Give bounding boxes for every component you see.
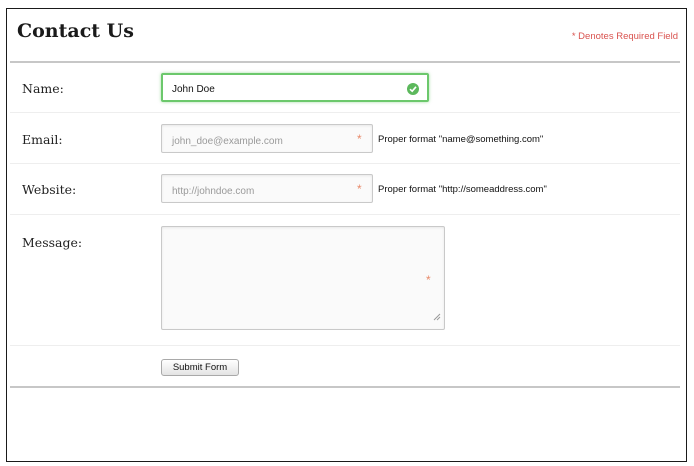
name-label: Name: <box>22 81 64 96</box>
email-format-hint: Proper format "name@something.com" <box>378 134 544 145</box>
required-field-note: * Denotes Required Field <box>571 31 678 42</box>
message-label: Message: <box>22 235 83 250</box>
header-divider <box>10 61 680 63</box>
website-format-hint: Proper format "http://someaddress.com" <box>378 184 547 195</box>
email-label: Email: <box>22 132 63 147</box>
name-field[interactable]: John Doe <box>161 73 429 102</box>
required-star-icon: * <box>357 132 362 146</box>
website-field[interactable]: http://johndoe.com * <box>161 174 373 203</box>
row-divider <box>10 112 680 113</box>
message-textarea[interactable]: * <box>161 226 445 330</box>
email-field[interactable]: john_doe@example.com * <box>161 124 373 153</box>
website-label: Website: <box>22 182 77 197</box>
resize-grip-icon[interactable] <box>432 308 441 326</box>
row-divider <box>10 214 680 215</box>
required-star-icon: * <box>426 273 431 287</box>
submit-form-button[interactable]: Submit Form <box>161 359 239 376</box>
row-divider <box>10 345 680 346</box>
footer-divider <box>10 386 680 388</box>
row-divider <box>10 163 680 164</box>
required-star-icon: * <box>357 182 362 196</box>
email-placeholder: john_doe@example.com <box>172 136 283 147</box>
name-field-value: John Doe <box>172 84 215 95</box>
website-placeholder: http://johndoe.com <box>172 186 255 197</box>
checkmark-icon <box>407 83 419 95</box>
page-title: Contact Us <box>17 20 134 42</box>
